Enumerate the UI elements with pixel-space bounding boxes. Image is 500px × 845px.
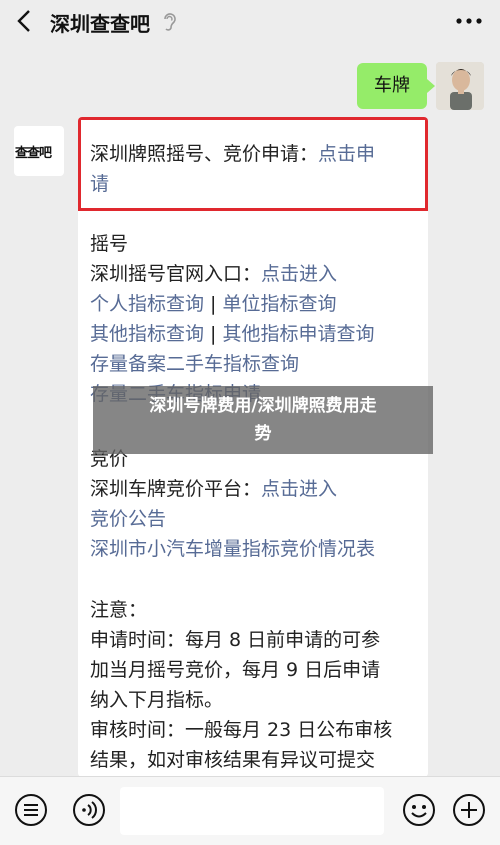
note-line: 纳入下月指标。 [90,689,224,711]
other-apply-query-link[interactable]: 其他指标申请查询 [223,323,375,345]
top-bar: 深圳查查吧 [0,0,500,44]
user-avatar-image [436,62,484,110]
bot-avatar-logo-text: 查查吧 [15,146,52,161]
overlay-caption-line1: 深圳号牌费用/深圳牌照费用走 [149,396,377,416]
apply-line-2: 请 [90,169,109,199]
apply-link-cont[interactable]: 请 [90,173,109,195]
voice-icon[interactable] [72,793,106,827]
yaohao-official-link[interactable]: 点击进入 [261,263,337,285]
note-heading: 注意： [90,599,148,621]
note-line: 申请时间：每月 8 日前申请的可参 [90,629,381,651]
ear-icon [164,13,176,31]
jingjia-platform-link[interactable]: 点击进入 [261,478,337,500]
overlay-caption-line2: 势 [254,424,272,444]
stock-query-link[interactable]: 存量备案二手车指标查询 [90,349,299,379]
bottom-input-bar [0,776,500,845]
personal-query-link[interactable]: 个人指标查询 [90,293,204,315]
unit-query-link[interactable]: 单位指标查询 [223,293,337,315]
message-input[interactable] [120,787,384,835]
bot-avatar[interactable]: 查查吧 [14,126,64,176]
more-icon[interactable] [454,14,484,28]
query-line-2: 其他指标查询 | 其他指标申请查询 [90,323,375,345]
yaohao-heading: 摇号 [90,233,129,255]
add-icon[interactable] [452,793,486,827]
jingjia-notice-link[interactable]: 竞价公告 [90,504,166,534]
page-title: 深圳查查吧 [50,12,150,36]
jingjia-situation-link[interactable]: 深圳市小汽车增量指标竞价情况表 [90,534,375,564]
yaohao-official-line: 深圳摇号官网入口：点击进入 [90,263,338,285]
menu-icon[interactable] [14,793,48,827]
query-line-1: 个人指标查询 | 单位指标查询 [90,293,337,315]
jingjia-platform-line: 深圳车牌竞价平台：点击进入 [90,478,338,500]
user-avatar[interactable] [436,62,484,110]
apply-line: 深圳牌照摇号、竞价申请：点击申 [90,143,376,165]
overlay-caption: 深圳号牌费用/深圳牌照费用走 势 [93,386,433,454]
note-line: 审核时间：一般每月 23 日公布审核 [90,719,393,741]
user-message-bubble[interactable]: 车牌 [357,63,435,109]
note-line: 加当月摇号竞价，每月 9 日后申请 [90,659,381,681]
emoji-icon[interactable] [402,793,436,827]
other-query-link[interactable]: 其他指标查询 [90,323,204,345]
back-icon[interactable] [12,6,36,36]
note-line: 结果，如对审核结果有异议可提交 [90,749,376,771]
apply-link[interactable]: 点击申 [318,143,375,165]
